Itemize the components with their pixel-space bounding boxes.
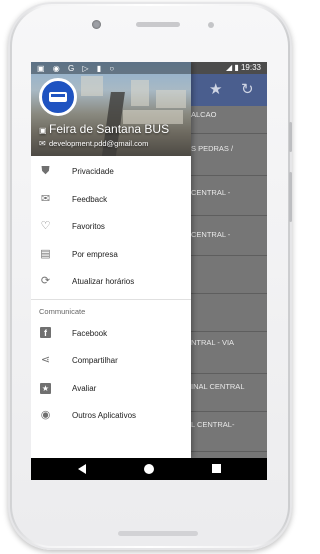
shield-icon: ⛊ [41, 165, 50, 177]
menu-item-outros-aplicativos[interactable]: ◉ Outros Aplicativos [31, 402, 191, 430]
eye-icon: ◉ [40, 409, 51, 421]
bus-icon: ▤ [40, 247, 51, 260]
power-button [289, 122, 292, 152]
status-bar: ▣ ◉ G ▷ ▮ ○ ◢ ▮ 19:33 [31, 62, 267, 74]
app-logo [39, 78, 77, 116]
navigation-drawer: ▣ Feira de Santana BUS ✉ development.pdd@g… [31, 62, 191, 458]
star-icon: ★ [40, 382, 51, 394]
menu-item-por-empresa[interactable]: ▤ Por empresa [31, 241, 191, 269]
heart-icon: ♡ [40, 220, 51, 232]
menu-item-avaliar[interactable]: ★ Avaliar [31, 375, 191, 403]
proximity-sensor [208, 22, 214, 28]
feedback-icon: ✉ [40, 192, 51, 205]
refresh-icon: ⟳ [40, 275, 51, 287]
bus-icon: ▣ [39, 126, 47, 135]
facebook-icon: f [39, 326, 52, 340]
recent-apps-icon[interactable] [212, 464, 221, 473]
earpiece [136, 22, 180, 27]
mail-icon: ✉ [39, 139, 46, 148]
bottom-speaker [118, 531, 198, 536]
status-time: 19:33 [240, 63, 261, 72]
bus-icon [49, 92, 67, 102]
drawer-menu: ⛊ Privacidade ✉ Feedback ♡ Favoritos ▤ P… [31, 158, 191, 430]
menu-item-facebook[interactable]: f Facebook [31, 320, 191, 348]
status-right: ◢ ▮ 19:33 [226, 63, 261, 72]
menu-item-atualizar-horarios[interactable]: ⟳ Atualizar horários [31, 268, 191, 296]
refresh-icon[interactable]: ↻ [241, 80, 254, 98]
city-building [81, 76, 103, 96]
back-icon[interactable] [78, 464, 86, 474]
front-camera [92, 20, 101, 29]
home-icon[interactable] [144, 464, 154, 474]
menu-item-compartilhar[interactable]: ⋖ Compartilhar [31, 347, 191, 375]
share-icon: ⋖ [40, 354, 51, 366]
section-label-communicate: Communicate [39, 306, 86, 316]
volume-button [289, 172, 292, 222]
city-building [156, 90, 186, 108]
city-building [131, 80, 149, 106]
menu-item-favoritos[interactable]: ♡ Favoritos [31, 213, 191, 241]
drawer-title: ▣ Feira de Santana BUS [39, 122, 170, 136]
signal-icon: ◢ [225, 63, 233, 72]
status-notification-icons: ▣ ◉ G ▷ ▮ ○ [37, 64, 118, 73]
screen: ▣ ◉ G ▷ ▮ ○ ◢ ▮ 19:33 ★ ↻ ALCAO S PEDRAS… [31, 62, 267, 480]
battery-icon: ▮ [234, 63, 239, 72]
drawer-header: ▣ Feira de Santana BUS ✉ development.pdd@g… [31, 62, 191, 156]
menu-item-feedback[interactable]: ✉ Feedback [31, 186, 191, 214]
menu-item-privacidade[interactable]: ⛊ Privacidade [31, 158, 191, 186]
drawer-email: ✉ development.pdd@gmail.com [39, 139, 149, 148]
navigation-bar [31, 458, 267, 480]
star-icon[interactable]: ★ [209, 80, 222, 98]
